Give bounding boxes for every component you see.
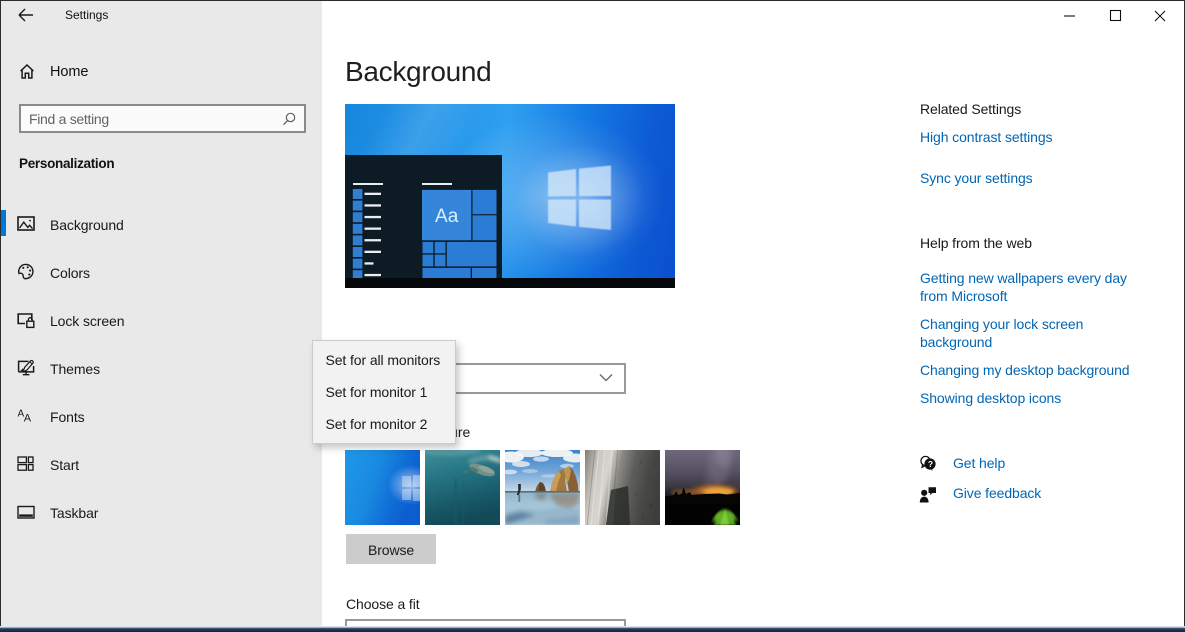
svg-text:A: A [24,413,32,425]
svg-text:?: ? [928,459,933,469]
